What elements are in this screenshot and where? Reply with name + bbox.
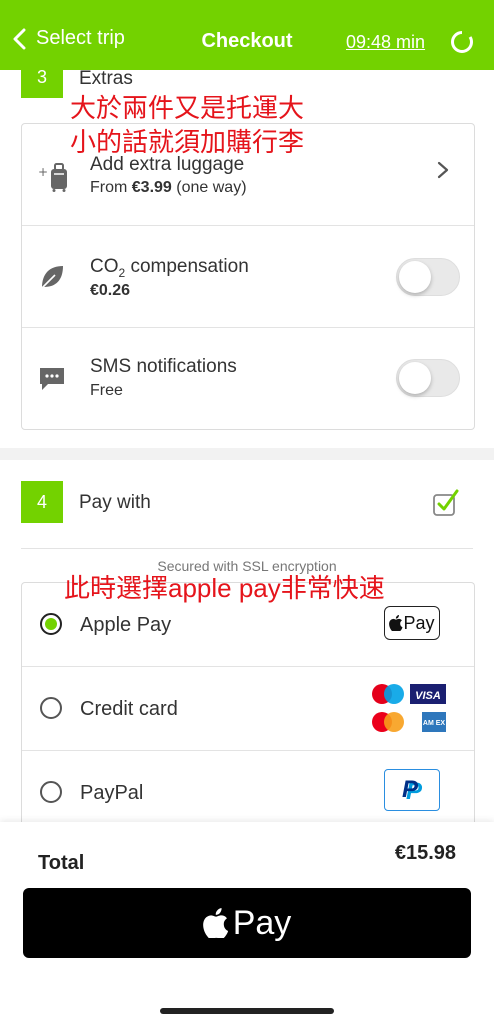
payment-divider — [21, 548, 473, 549]
apple-pay-label: Apple Pay — [80, 614, 172, 636]
svg-text:+: + — [38, 165, 48, 179]
annotation-luggage-line1: 大於兩件又是托運大 — [70, 93, 305, 123]
extras-heading: Extras — [79, 68, 133, 89]
checkout-footer: Total €15.98 Pay — [0, 822, 494, 1024]
co2-compensation-price: €0.26 — [90, 282, 131, 299]
app-header: Select trip Checkout 09:48 min — [0, 0, 494, 70]
total-label: Total — [38, 852, 85, 874]
paypal-radio[interactable] — [40, 781, 62, 803]
sms-notifications-toggle[interactable] — [396, 359, 460, 397]
sms-notifications-row: SMS notifications Free — [22, 328, 474, 429]
card-brands-icon: VISA AM EX — [372, 684, 446, 732]
apple-pay-button-label: Pay — [232, 903, 292, 942]
annotation-applepay: 此時選擇apple pay非常快速 — [64, 573, 385, 603]
home-indicator — [160, 1008, 334, 1014]
sms-notifications-price: Free — [90, 382, 123, 399]
apple-pay-badge: Pay — [384, 606, 440, 640]
paypal-label: PayPal — [80, 782, 144, 804]
co2-compensation-row: CO2 compensation €0.26 — [22, 226, 474, 328]
amex-logo-text: AM EX — [423, 720, 446, 727]
payment-methods-card: Apple Pay Pay Credit card VISA AM EX Pay… — [21, 582, 475, 833]
extras-card: + Add extra luggage From €3.99 (one way)… — [21, 123, 475, 430]
paypal-badge: P P — [384, 769, 440, 811]
credit-card-label: Credit card — [80, 698, 178, 720]
sms-notifications-title: SMS notifications — [90, 356, 237, 377]
co2-compensation-title: CO2 compensation — [90, 256, 249, 280]
timer-progress-icon — [451, 30, 473, 53]
apple-pay-badge-text: Pay — [403, 612, 435, 633]
payment-method-credit-card[interactable]: Credit card VISA AM EX — [22, 667, 474, 751]
chevron-right-icon — [437, 161, 449, 179]
co2-compensation-toggle[interactable] — [396, 258, 460, 296]
paypal-logo-icon: P P — [402, 776, 423, 804]
visa-logo-text: VISA — [415, 690, 441, 702]
timer-link[interactable]: 09:48 min — [346, 32, 425, 53]
step-number-payment: 4 — [21, 481, 63, 523]
total-value: €15.98 — [394, 842, 456, 864]
apple-logo-icon — [202, 908, 228, 938]
luggage-icon: + — [38, 163, 67, 192]
extra-luggage-price: From €3.99 (one way) — [90, 179, 247, 196]
apple-pay-radio[interactable] — [40, 613, 62, 635]
step-number-extras: 3 — [21, 56, 63, 98]
apple-pay-button[interactable]: Pay — [23, 888, 471, 958]
credit-card-radio[interactable] — [40, 697, 62, 719]
leaf-icon — [41, 266, 63, 289]
message-icon — [40, 368, 64, 390]
svg-text:P: P — [402, 776, 419, 803]
apple-logo-icon — [389, 615, 403, 631]
secure-check-icon — [433, 489, 459, 516]
annotation-luggage-line2: 小的話就須加購行李 — [70, 127, 305, 157]
payment-method-paypal[interactable]: PayPal P P — [22, 751, 474, 833]
payment-heading: Pay with — [79, 492, 151, 513]
